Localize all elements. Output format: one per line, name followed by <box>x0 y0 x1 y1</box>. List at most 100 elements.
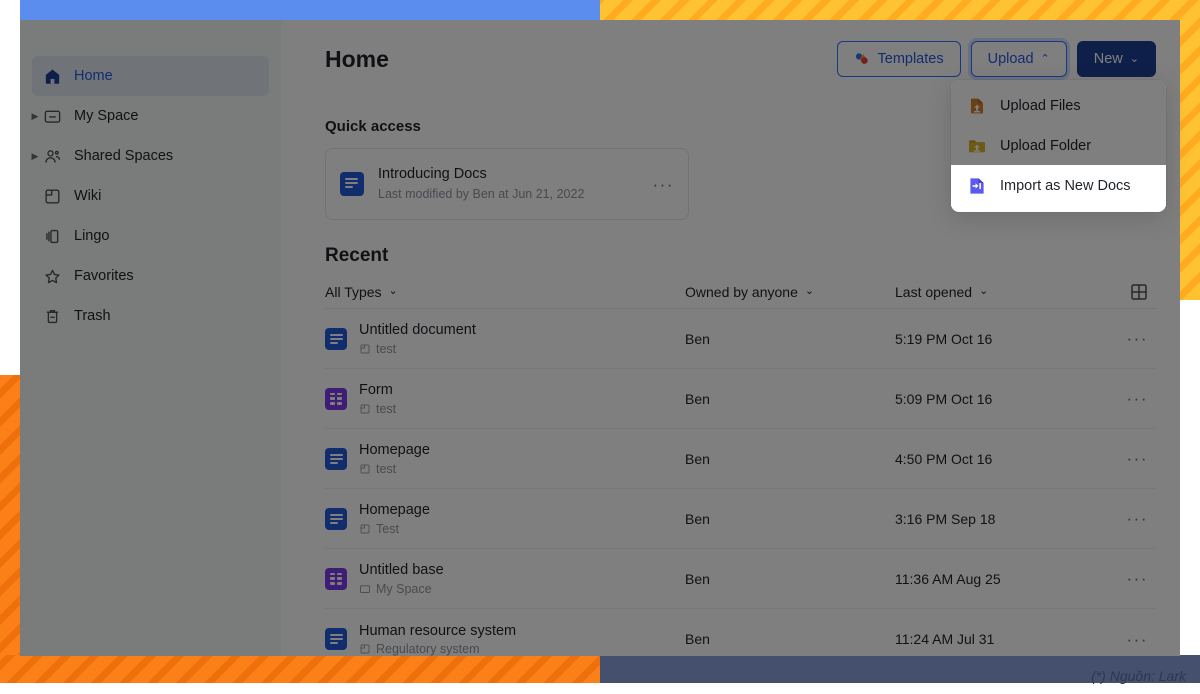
row-location-label: test <box>376 342 396 356</box>
folder-icon <box>42 106 62 126</box>
row-location: test <box>359 402 396 416</box>
row-name-cell: Formtest <box>325 381 685 416</box>
quick-access-heading: Quick access <box>325 118 421 135</box>
row-text: Human resource systemRegulatory system <box>359 622 516 656</box>
table-body: Untitled documenttestBen5:19 PM Oct 16··… <box>325 309 1156 656</box>
more-options-icon[interactable]: ··· <box>1127 570 1148 587</box>
quick-access-card-subtitle: Last modified by Ben at Jun 21, 2022 <box>378 185 653 203</box>
recent-table: All Types ⌄ Owned by anyone ⌄ Last opene… <box>325 275 1156 656</box>
templates-button[interactable]: Templates <box>837 41 961 77</box>
row-title: Untitled document <box>359 321 476 340</box>
doc-icon <box>325 508 347 530</box>
doc-icon <box>325 328 347 350</box>
row-name-cell: HomepageTest <box>325 501 685 536</box>
sidebar-nav-list: Home ▶ My Space ▶ Shared Spaces <box>20 20 281 336</box>
row-last-opened: 5:19 PM Oct 16 <box>895 331 1095 347</box>
row-actions: ··· <box>1095 330 1156 347</box>
row-text: HomepageTest <box>359 501 430 536</box>
sidebar: Home ▶ My Space ▶ Shared Spaces <box>20 20 281 656</box>
row-name-cell: Untitled document test <box>325 321 685 356</box>
all-types-filter[interactable]: All Types ⌄ <box>325 284 398 300</box>
wiki-icon <box>359 343 371 355</box>
row-location: Test <box>359 522 430 536</box>
row-location: test <box>359 342 476 356</box>
row-title: Homepage <box>359 441 430 460</box>
new-button[interactable]: New ⌄ <box>1077 41 1156 77</box>
row-location-label: Regulatory system <box>376 642 480 656</box>
screenshot-stage: Home ▶ My Space ▶ Shared Spaces <box>0 0 1200 694</box>
wiki-icon <box>359 463 371 475</box>
row-last-opened: 4:50 PM Oct 16 <box>895 451 1095 467</box>
owner-filter[interactable]: Owned by anyone ⌄ <box>685 284 814 300</box>
table-row[interactable]: Human resource systemRegulatory system Be… <box>325 609 1156 656</box>
table-row[interactable]: FormtestBen5:09 PM Oct 16··· <box>325 369 1156 429</box>
folder-icon <box>359 583 371 595</box>
sidebar-item-label: Home <box>74 68 113 84</box>
sort-filter-label: Last opened <box>895 284 972 300</box>
sort-filter[interactable]: Last opened ⌄ <box>895 284 988 300</box>
sidebar-item-my-space[interactable]: ▶ My Space <box>32 96 269 136</box>
row-actions: ··· <box>1095 510 1156 527</box>
row-location: My Space <box>359 582 444 596</box>
row-location-label: My Space <box>376 582 432 596</box>
home-icon <box>42 66 62 86</box>
trash-icon <box>42 306 62 326</box>
row-title: Untitled base <box>359 561 444 580</box>
more-options-icon[interactable]: ··· <box>653 176 674 193</box>
row-location-label: test <box>376 462 396 476</box>
upload-button-label: Upload <box>988 51 1034 67</box>
table-row[interactable]: HomepageTestBen3:16 PM Sep 18··· <box>325 489 1156 549</box>
menu-item-label: Upload Folder <box>1000 138 1091 154</box>
more-options-icon[interactable]: ··· <box>1127 390 1148 407</box>
page-title: Home <box>325 46 389 73</box>
row-text: Untitled base My Space <box>359 561 444 596</box>
grid-view-icon[interactable] <box>1130 283 1148 301</box>
menu-item-import-as-new-docs[interactable]: Import as New Docs <box>951 166 1166 206</box>
sidebar-item-favorites[interactable]: Favorites <box>32 256 269 296</box>
row-name-cell: Human resource systemRegulatory system <box>325 622 685 656</box>
table-row[interactable]: Homepage test Ben4:50 PM Oct 16 ··· <box>325 429 1156 489</box>
row-text: Untitled document test <box>359 321 476 356</box>
wiki-icon <box>359 643 371 655</box>
more-options-icon[interactable]: ··· <box>1127 631 1148 648</box>
row-location: test <box>359 462 430 476</box>
sidebar-item-wiki[interactable]: Wiki <box>32 176 269 216</box>
sidebar-item-label: Wiki <box>74 188 101 204</box>
sidebar-item-home[interactable]: Home <box>32 56 269 96</box>
templates-icon <box>854 51 870 67</box>
quick-access-card[interactable]: Introducing Docs Last modified by Ben at… <box>325 148 689 220</box>
sidebar-item-lingo[interactable]: Lingo <box>32 216 269 256</box>
row-name-cell: Untitled base My Space <box>325 561 685 596</box>
row-last-opened: 11:36 AM Aug 25 <box>895 571 1095 587</box>
row-owner: Ben <box>685 331 895 347</box>
doc-icon <box>340 172 364 196</box>
row-owner: Ben <box>685 391 895 407</box>
chevron-right-icon[interactable]: ▶ <box>28 111 42 122</box>
row-owner: Ben <box>685 631 895 647</box>
row-actions: ··· <box>1095 390 1156 407</box>
menu-item-upload-files[interactable]: Upload Files <box>951 86 1166 126</box>
table-row[interactable]: Untitled baseMy SpaceBen11:36 AM Aug 25·… <box>325 549 1156 609</box>
row-location: Regulatory system <box>359 642 516 656</box>
more-options-icon[interactable]: ··· <box>1127 510 1148 527</box>
table-row[interactable]: Untitled document test Ben5:19 PM Oct 16 ··… <box>325 309 1156 369</box>
decorative-orange-stripes-bottom <box>0 655 600 683</box>
all-types-filter-label: All Types <box>325 284 382 300</box>
templates-button-label: Templates <box>878 51 944 67</box>
sidebar-item-label: Shared Spaces <box>74 148 173 164</box>
row-owner: Ben <box>685 451 895 467</box>
lingo-cards-icon <box>42 226 62 246</box>
chevron-right-icon[interactable]: ▶ <box>28 151 42 162</box>
sidebar-item-trash[interactable]: Trash <box>32 296 269 336</box>
row-location-label: Test <box>376 522 399 536</box>
row-owner: Ben <box>685 511 895 527</box>
upload-button[interactable]: Upload ⌃ <box>971 41 1067 77</box>
menu-item-upload-folder[interactable]: Upload Folder <box>951 126 1166 166</box>
upload-folder-icon <box>967 136 987 156</box>
table-header-type: All Types ⌄ <box>325 284 685 300</box>
more-options-icon[interactable]: ··· <box>1127 450 1148 467</box>
new-button-label: New <box>1094 51 1123 67</box>
row-location-label: test <box>376 402 396 416</box>
sidebar-item-shared-spaces[interactable]: ▶ Shared Spaces <box>32 136 269 176</box>
more-options-icon[interactable]: ··· <box>1127 330 1148 347</box>
